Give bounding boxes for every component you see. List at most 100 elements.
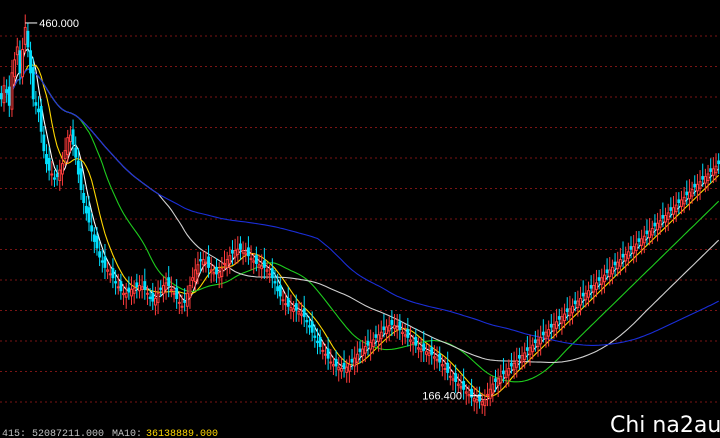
candle-body: [486, 393, 489, 396]
candle-body: [143, 281, 147, 290]
candle-body: [685, 191, 689, 196]
candle-body: [228, 255, 232, 264]
candle-body: [350, 358, 354, 363]
candle-body: [50, 173, 54, 176]
candle-body: [305, 320, 309, 323]
candle-body: [525, 347, 529, 351]
candle-body: [148, 296, 152, 299]
candle-body: [693, 183, 697, 188]
candle-body: [576, 300, 580, 309]
candle-body: [68, 134, 72, 143]
candle-body: [45, 154, 48, 165]
candle-body: [334, 358, 338, 367]
candle-body: [502, 370, 505, 375]
candle-body: [587, 290, 590, 298]
candle-body: [278, 285, 282, 297]
candle-body: [472, 397, 476, 402]
candle-body: [653, 222, 657, 227]
annotations: 460.000 166.400 415: 52087211.000 MA10: 3613…: [2, 18, 483, 438]
candle-body: [146, 292, 149, 295]
candle-body: [26, 30, 30, 48]
candle-body: [161, 285, 165, 294]
candle-body: [584, 292, 588, 301]
candle-body: [127, 287, 131, 293]
candle-body: [87, 207, 91, 223]
candle-body: [61, 163, 64, 175]
candle-body: [308, 325, 311, 328]
candle-body: [488, 388, 492, 399]
candle-body: [417, 347, 420, 350]
candle-body: [361, 348, 365, 357]
candle-body: [560, 316, 564, 324]
candle-body: [629, 246, 633, 250]
candle-body: [92, 234, 96, 242]
candle-body: [53, 177, 56, 180]
candle-body: [446, 362, 450, 373]
candle-body: [377, 334, 381, 342]
candle-body: [568, 308, 572, 316]
candle-body: [0, 93, 3, 100]
candle-body: [167, 277, 171, 287]
candle-body: [207, 256, 210, 268]
candle-body: [37, 108, 40, 113]
candle-body: [411, 342, 415, 345]
candle-body: [456, 383, 460, 386]
candle-body: [366, 340, 370, 346]
candle-body: [443, 368, 447, 371]
candlesticks: [0, 14, 720, 416]
candle-body: [15, 46, 19, 56]
candle-body: [326, 348, 330, 359]
candle-body: [209, 269, 213, 272]
candle-body: [714, 165, 718, 174]
candle-body: [98, 251, 102, 258]
candle-body: [454, 373, 458, 382]
candle-body: [212, 272, 216, 275]
candle-body: [605, 269, 609, 274]
candle-body: [401, 331, 404, 334]
stock-chart: 460.000 166.400 415: 52087211.000 MA10: 3613…: [0, 14, 720, 438]
candle-body: [79, 168, 83, 191]
candle-body: [517, 355, 521, 359]
ma60-line: [0, 68, 720, 363]
candle-body: [223, 262, 226, 265]
candle-body: [47, 157, 51, 171]
candle-body: [674, 204, 678, 213]
candle-body: [589, 285, 593, 289]
candle-body: [172, 292, 176, 295]
candle-body: [74, 147, 78, 158]
candle-body: [339, 368, 343, 372]
high-label: 460.000: [39, 18, 79, 30]
ma30-line: [0, 68, 720, 383]
candle-body: [648, 230, 652, 239]
candle-body: [438, 353, 442, 363]
candle-body: [284, 303, 288, 306]
candle-body: [491, 383, 495, 394]
candle-body: [610, 266, 614, 275]
candle-body: [677, 199, 681, 204]
candle-body: [358, 348, 362, 353]
candle-body: [637, 238, 641, 242]
candle-body: [82, 192, 86, 204]
candle-body: [672, 207, 675, 215]
candle-body: [440, 364, 444, 367]
candle-body: [106, 269, 110, 272]
candle-body: [499, 375, 503, 384]
ma120-line: [0, 68, 719, 346]
candle-body: [626, 251, 630, 259]
candle-body: [90, 225, 94, 232]
candle-body: [706, 173, 710, 181]
candle-body: [220, 268, 224, 277]
candle-body: [494, 378, 497, 382]
status-left-text: 415: 52087211.000: [2, 429, 104, 438]
candle-body: [114, 281, 118, 284]
candle-body: [409, 339, 412, 342]
candle-body: [398, 321, 402, 331]
candle-body: [241, 249, 245, 254]
candle-body: [549, 323, 553, 328]
candle-body: [2, 85, 6, 104]
candle-body: [669, 207, 673, 211]
candle-body: [355, 353, 359, 363]
candle-body: [395, 326, 399, 331]
candle-body: [273, 281, 277, 284]
candle-body: [382, 326, 386, 331]
